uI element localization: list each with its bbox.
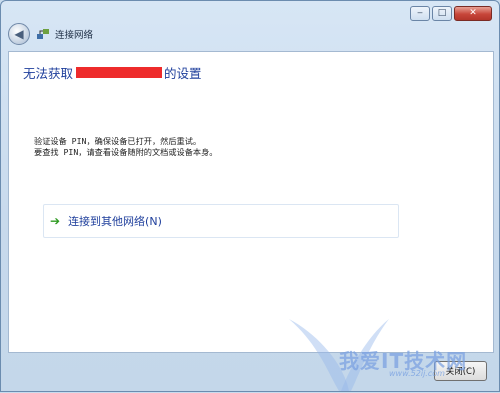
heading-suffix: 的设置 bbox=[164, 66, 202, 81]
maximize-button[interactable]: □ bbox=[432, 6, 452, 21]
redacted-network-name bbox=[76, 67, 163, 78]
back-arrow-icon: ◀ bbox=[14, 27, 24, 41]
instruction-line-2: 要查找 PIN，请查看设备随附的文档或设备本身。 bbox=[34, 147, 218, 157]
instruction-line-1: 验证设备 PIN，确保设备已打开，然后重试。 bbox=[34, 136, 202, 146]
watermark-url: www.52ij.com bbox=[389, 369, 445, 378]
back-button[interactable]: ◀ bbox=[8, 23, 30, 45]
minimize-button[interactable]: ‒ bbox=[410, 6, 430, 21]
close-window-button[interactable]: ✕ bbox=[454, 6, 492, 21]
dialog-window: ‒ □ ✕ ◀ 连接网络 无法获取 的设置 验证设备 PIN，确保设备已打开，然… bbox=[0, 0, 500, 392]
window-controls: ‒ □ ✕ bbox=[410, 6, 492, 21]
instruction-text: 验证设备 PIN，确保设备已打开，然后重试。 要查找 PIN，请查看设备随附的文… bbox=[34, 136, 217, 158]
close-icon: ✕ bbox=[469, 8, 477, 18]
heading-prefix: 无法获取 bbox=[23, 66, 74, 81]
green-arrow-icon: ➔ bbox=[50, 214, 61, 228]
connect-other-network-option[interactable]: ➔ 连接到其他网络(N) bbox=[43, 204, 399, 238]
page-heading: 无法获取 的设置 bbox=[23, 63, 202, 82]
maximize-icon: □ bbox=[437, 8, 447, 18]
content-pane bbox=[8, 51, 494, 353]
network-icon bbox=[36, 27, 50, 41]
option-label: 连接到其他网络(N) bbox=[68, 215, 162, 228]
title-bar: ◀ 连接网络 bbox=[8, 21, 93, 47]
window-title: 连接网络 bbox=[55, 30, 94, 41]
minimize-icon: ‒ bbox=[417, 8, 423, 18]
